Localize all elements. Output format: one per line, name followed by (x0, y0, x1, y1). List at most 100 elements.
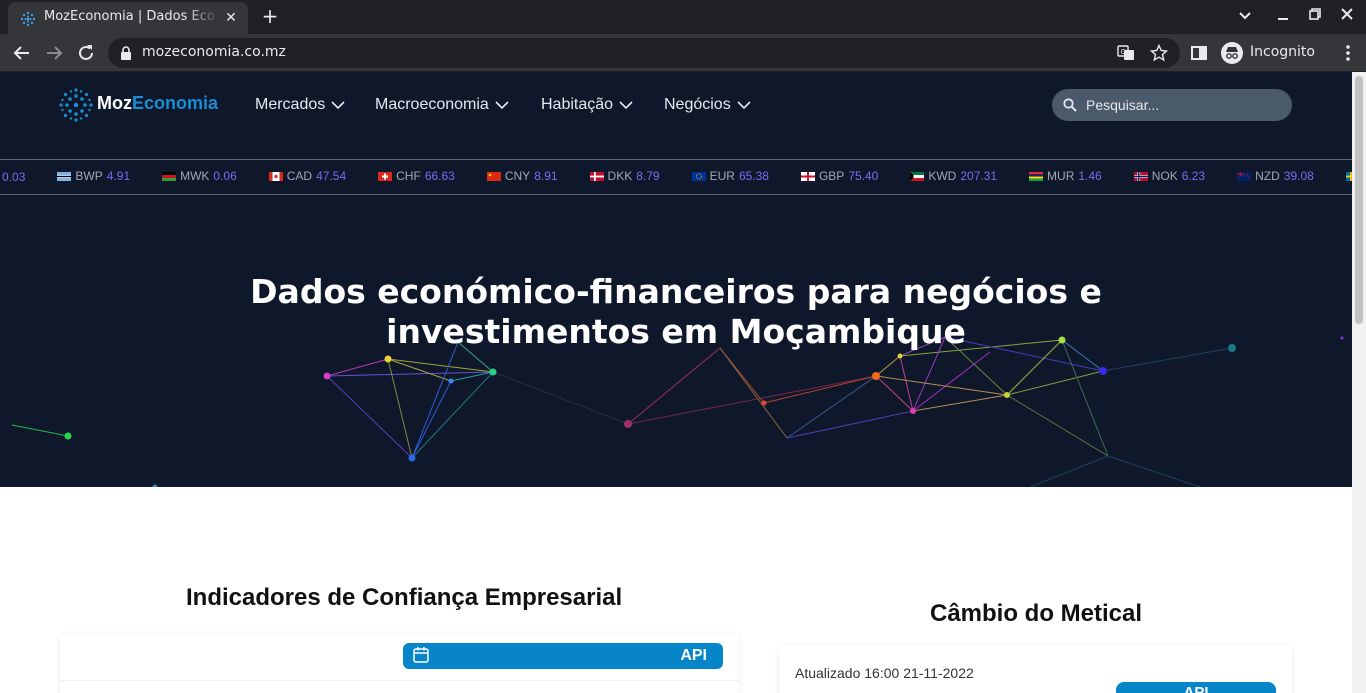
ticker-item[interactable]: MUR 1.46 (1029, 169, 1102, 183)
lock-icon[interactable] (120, 46, 132, 60)
flag-ch-icon (378, 171, 393, 181)
ticker-currency-code: EUR (709, 169, 735, 183)
ticker-rate-value: 8.91 (534, 169, 558, 183)
browser-tab[interactable]: MozEconomia | Dados Eco ✕ (8, 2, 248, 34)
ticker-item[interactable]: S0.03 (0, 170, 25, 184)
calendar-icon[interactable] (413, 646, 429, 663)
logo-text: MozEconomia (97, 93, 218, 114)
tab-search-chevron-icon[interactable] (1234, 6, 1256, 28)
chevron-down-icon (495, 101, 509, 110)
ticker-rate-value: 65.38 (738, 169, 769, 183)
flag-nz-icon (1237, 171, 1252, 181)
site-header: MozEconomia Mercados Macroeconomia Habit… (0, 72, 1352, 159)
ticker-item[interactable]: DKK 8.79 (589, 169, 660, 183)
scrollbar-thumb[interactable] (1355, 76, 1363, 324)
ticker-rate-value: 66.63 (424, 169, 455, 183)
minimize-icon[interactable] (1272, 6, 1294, 28)
ticker-item[interactable]: BWP 4.91 (57, 169, 130, 183)
flag-ca-icon (268, 171, 283, 181)
nav-item-label: Mercados (255, 96, 326, 113)
nav-item-macroeconomia[interactable]: Macroeconomia (375, 94, 509, 116)
ticker-item[interactable]: MWK 0.06 (162, 169, 237, 183)
page-scrollbar[interactable] (1352, 72, 1366, 693)
browser-toolbar: mozeconomia.co.mz G Incognito (0, 34, 1366, 72)
incognito-icon (1221, 42, 1243, 64)
bookmark-star-icon[interactable] (1150, 44, 1168, 62)
exchange-rate-title: Câmbio do Metical (930, 600, 1143, 627)
ticker-rate-value: 0.03 (2, 169, 26, 184)
ticker-rate-value: 47.54 (316, 169, 347, 183)
exchange-api-button[interactable]: API (1116, 682, 1276, 693)
flag-bw-icon (57, 171, 72, 181)
search-icon (1063, 98, 1077, 112)
logo-text-economia: Economia (132, 93, 219, 113)
nav-item-habitacao[interactable]: Habitação (541, 94, 633, 116)
ticker-item[interactable]: CHF 66.63 (378, 169, 455, 183)
site-favicon-icon (20, 11, 36, 27)
nav-item-negocios[interactable]: Negócios (664, 94, 751, 116)
currency-ticker: S0.03 BWP4.91 MWK0.06 CAD47.54 CHF66.63 CNY8.… (0, 159, 1352, 195)
chevron-down-icon (331, 101, 345, 110)
flag-no-icon (1133, 171, 1148, 181)
nav-item-mercados[interactable]: Mercados (255, 94, 345, 116)
ticker-rate-value: 4.91 (106, 169, 131, 183)
flag-mw-icon (162, 171, 177, 181)
flag-mu-icon (1029, 171, 1044, 181)
new-tab-icon[interactable]: + (259, 6, 281, 28)
ticker-item[interactable]: NOK 6.23 (1133, 169, 1206, 183)
flag-eu-icon (691, 171, 706, 181)
chevron-down-icon (737, 101, 751, 110)
browser-menu-icon[interactable] (1338, 42, 1358, 64)
ticker-rate-value: 8.79 (636, 169, 660, 183)
close-tab-icon[interactable]: ✕ (222, 9, 240, 27)
ticker-item[interactable]: NZD 39.08 (1237, 169, 1314, 183)
incognito-indicator[interactable]: Incognito (1218, 39, 1328, 67)
ticker-currency-code: BWP (75, 169, 103, 183)
ticker-item[interactable]: CAD 47.54 (268, 169, 347, 183)
ticker-item[interactable]: GBP 75.40 (800, 169, 878, 183)
browser-tab-bar: MozEconomia | Dados Eco ✕ + (0, 0, 1366, 34)
card-divider (60, 680, 739, 681)
incognito-label: Incognito (1250, 44, 1315, 60)
ticker-rate-value: 6.23 (1181, 169, 1206, 183)
translate-icon[interactable]: G (1117, 44, 1135, 62)
updated-timestamp: Atualizado 16:00 21-11-2022 (795, 665, 974, 681)
ticker-item[interactable]: CNY 8.91 (486, 169, 558, 183)
ticker-currency-code: KWD (928, 169, 957, 183)
ticker-currency-code: CHF (396, 169, 421, 183)
ticker-rate-value: 39.08 (1283, 169, 1314, 183)
logo-text-moz: Moz (97, 93, 132, 113)
hero-headline-line1: Dados económico-financeiros para negócio… (250, 272, 1102, 311)
nav-item-label: Negócios (664, 96, 731, 113)
nav-item-label: Macroeconomia (375, 96, 489, 113)
url-text: mozeconomia.co.mz (142, 44, 286, 60)
close-window-icon[interactable] (1336, 6, 1358, 28)
side-panel-icon[interactable] (1188, 42, 1210, 64)
ticker-rate-value: 207.31 (960, 169, 998, 183)
forward-icon[interactable] (43, 42, 65, 64)
back-icon[interactable] (11, 42, 33, 64)
ticker-item[interactable]: EUR 65.38 (691, 169, 769, 183)
search-input[interactable] (1086, 95, 1282, 115)
svg-text:G: G (1121, 48, 1126, 56)
page-viewport: MozEconomia Mercados Macroeconomia Habit… (0, 72, 1352, 693)
reload-icon[interactable] (75, 42, 97, 64)
search-box[interactable] (1052, 89, 1292, 121)
ticker-rate-value: 0.06 (213, 169, 237, 183)
ticker-currency-code: CAD (286, 169, 313, 183)
ticker-currency-code: GBP (818, 169, 845, 183)
ticker-currency-code: NOK (1151, 169, 1178, 183)
flag-cn-icon (486, 171, 501, 181)
ticker-currency-code: MWK (180, 169, 210, 183)
confidence-api-bar[interactable]: API (403, 643, 723, 669)
address-bar[interactable]: mozeconomia.co.mz G (108, 38, 1180, 68)
hero-section: MozEconomia Mercados Macroeconomia Habit… (0, 72, 1352, 487)
site-logo[interactable]: MozEconomia (58, 86, 233, 124)
tab-title: MozEconomia | Dados Eco (44, 9, 215, 24)
ticker-track: S0.03 BWP4.91 MWK0.06 CAD47.54 CHF66.63 CNY8.… (0, 169, 1352, 184)
api-label[interactable]: API (680, 647, 707, 665)
flag-kw-icon (910, 171, 925, 181)
restore-icon[interactable] (1304, 6, 1326, 28)
ticker-item[interactable]: KWD 207.31 (910, 169, 997, 183)
hero-headline-line2: investimentos em Moçambique (386, 312, 966, 351)
